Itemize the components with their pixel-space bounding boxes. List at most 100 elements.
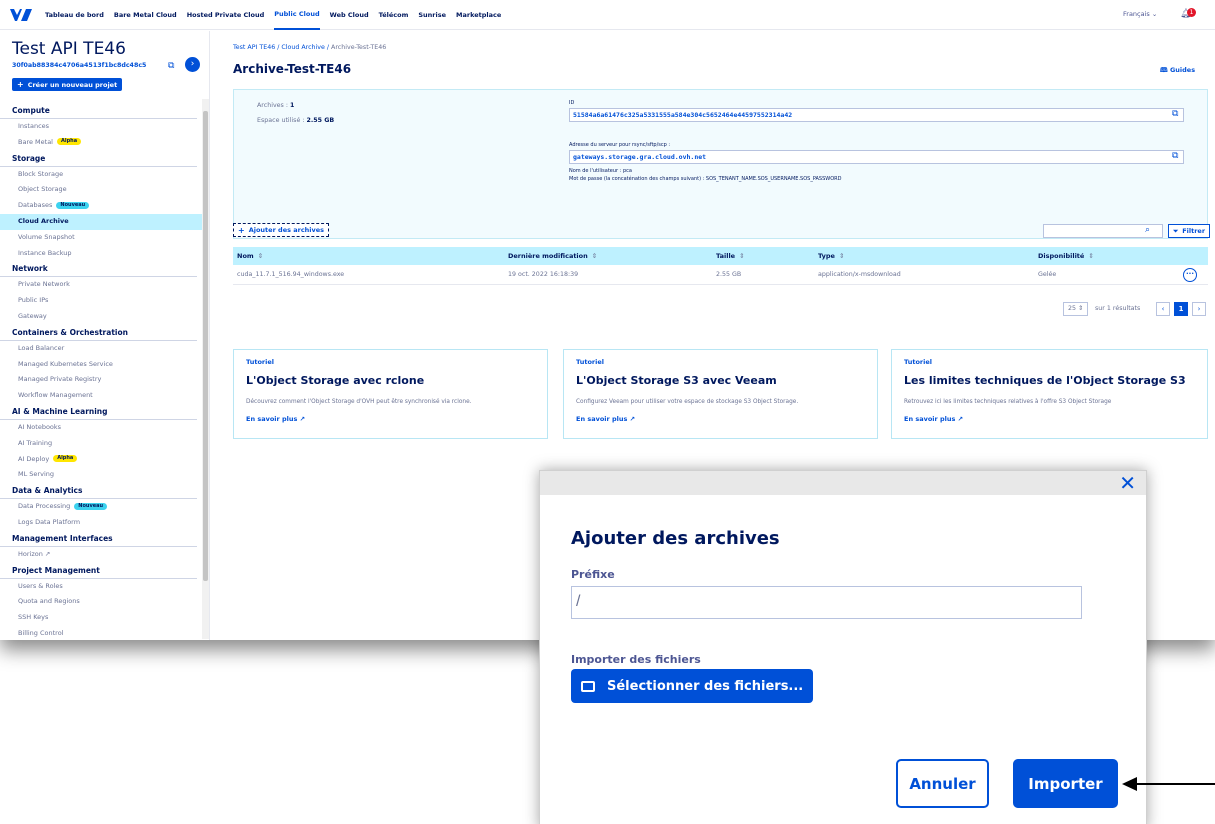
column-availability[interactable]: Disponibilité ⇕ (1038, 247, 1094, 265)
sidebar-item-label: Users & Roles (18, 581, 63, 590)
sidebar-item[interactable]: Instances (0, 119, 202, 135)
sidebar-item[interactable]: Logs Data Platform (0, 515, 202, 531)
learn-more-link[interactable]: En savoir plus ↗ (904, 415, 963, 423)
page-title: Archive-Test-TE46 (233, 62, 352, 76)
learn-more-link[interactable]: En savoir plus ↗ (576, 415, 635, 423)
sidebar-item[interactable]: Object Storage (0, 182, 202, 198)
sidebar-item[interactable]: Horizon ↗ (0, 547, 202, 563)
nav-link-2[interactable]: Hosted Private Cloud (187, 0, 265, 30)
guides-link[interactable]: 🕮︎ Guides (1160, 66, 1195, 77)
nav-link-7[interactable]: Marketplace (456, 0, 501, 30)
top-navigation: Tableau de bord Bare Metal Cloud Hosted Pr… (0, 0, 1215, 30)
close-icon[interactable]: ✕ (1119, 472, 1136, 494)
cell-availability: Gelée (1038, 271, 1057, 278)
nav-link-5[interactable]: Télécom (379, 0, 409, 30)
nav-link-0[interactable]: Tableau de bord (45, 0, 104, 30)
column-size[interactable]: Taille ⇕ (716, 247, 745, 265)
sidebar: Test API TE46 30f0ab88384c4706a4513f1bc8… (0, 31, 210, 640)
import-button[interactable]: Importer (1013, 759, 1118, 808)
column-name[interactable]: Nom ⇕ (237, 247, 263, 265)
sidebar-item[interactable]: Public IPs (0, 293, 202, 309)
cancel-button[interactable]: Annuler (896, 759, 989, 808)
plus-icon: + (238, 225, 245, 235)
sidebar-item-label: Managed Private Registry (18, 375, 102, 384)
ovh-logo-icon[interactable] (10, 8, 32, 22)
space-used: Espace utilisé : 2.55 GB (257, 117, 335, 124)
status-badge: Nouveau (56, 201, 90, 209)
sidebar-item[interactable]: Load Balancer (0, 341, 202, 357)
sidebar-item[interactable]: Private Network (0, 277, 202, 293)
sidebar-item[interactable]: AI Notebooks (0, 420, 202, 436)
sort-icon: ⇕ (739, 252, 745, 260)
sidebar-item[interactable]: Bare Metal Alpha (0, 135, 202, 151)
add-archives-modal: ✕ Ajouter des archives Préfixe / Importe… (539, 470, 1147, 824)
tutorial-card-veeam: Tutoriel L'Object Storage S3 avec Veeam … (563, 349, 878, 439)
sidebar-item[interactable]: AI Deploy Alpha (0, 452, 202, 468)
page-size-select[interactable]: 25 ⇕ (1063, 302, 1089, 316)
sidebar-item-label: Workflow Management (18, 391, 93, 400)
sidebar-item[interactable]: Block Storage (0, 167, 202, 183)
scrollbar-thumb[interactable] (203, 111, 208, 581)
sidebar-section-title: Compute (0, 103, 197, 119)
nav-link-1[interactable]: Bare Metal Cloud (114, 0, 177, 30)
add-archives-button[interactable]: + Ajouter des archives (233, 223, 330, 237)
server-address-field[interactable]: gateways.storage.gra.cloud.ovh.net (569, 150, 1184, 164)
sidebar-item[interactable]: Users & Roles (0, 579, 202, 595)
new-project-button[interactable]: + Créer un nouveau projet (12, 78, 123, 91)
tutorial-card-s3-limits: Tutoriel Les limites techniques de l'Obj… (891, 349, 1208, 439)
page-button-current[interactable]: 1 (1174, 302, 1188, 316)
nav-link-6[interactable]: Sunrise (418, 0, 446, 30)
sidebar-item[interactable]: Workflow Management (0, 388, 202, 404)
password-text: Mot de passe (la concaténation des champ… (569, 176, 842, 182)
sidebar-item-label: Gateway (18, 311, 47, 320)
sidebar-item-label: AI Training (18, 438, 53, 447)
project-id: 30f0ab88384c4706a4513f1bc8dc48c5 (12, 62, 147, 69)
breadcrumb-project[interactable]: Test API TE46 (233, 44, 275, 51)
select-files-button[interactable]: Sélectionner des fichiers... (571, 669, 814, 703)
prefix-label: Préfixe (571, 568, 615, 581)
results-count: sur 1 résultats (1095, 305, 1141, 312)
sidebar-item[interactable]: Gateway (0, 309, 202, 325)
sidebar-item-label: Instances (18, 122, 50, 130)
chevron-right-icon[interactable]: › (1192, 302, 1206, 316)
more-options-icon[interactable]: ··· (1183, 268, 1197, 282)
sidebar-item[interactable]: ML Serving (0, 467, 202, 483)
copy-icon[interactable]: ⧉ (1172, 151, 1178, 161)
sidebar-item[interactable]: Volume Snapshot (0, 230, 202, 246)
sidebar-item-label: AI Deploy (18, 454, 50, 463)
sidebar-item[interactable]: AI Training (0, 436, 202, 452)
language-selector[interactable]: Français ⌄ (1123, 10, 1157, 18)
prefix-input[interactable]: / (571, 586, 1082, 619)
sidebar-item[interactable]: Quota and Regions (0, 594, 202, 610)
column-last-modified[interactable]: Dernière modification ⇕ (508, 247, 597, 265)
chevron-left-icon[interactable]: ‹ (1156, 302, 1170, 316)
learn-more-link[interactable]: En savoir plus ↗ (246, 415, 305, 423)
search-icon[interactable]: ⌕ (1145, 225, 1150, 235)
table-row[interactable]: cuda_11.7.1_516.94_windows.exe 19 oct. 2… (233, 265, 1208, 285)
external-link-icon: ↗ (299, 415, 306, 423)
sidebar-item[interactable]: Cloud Archive (0, 213, 202, 230)
archives-count: Archives : 1 (257, 102, 295, 109)
copy-icon[interactable]: ⧉ (1172, 109, 1178, 119)
sidebar-section-title: Project Management (0, 563, 197, 579)
sidebar-item[interactable]: Managed Private Registry (0, 372, 202, 388)
sidebar-item[interactable]: Data Processing Nouveau (0, 499, 202, 515)
nav-link-3[interactable]: Public Cloud (274, 0, 320, 30)
sidebar-scrollbar[interactable] (202, 99, 209, 639)
filter-button[interactable]: ⏷ Filtrer (1168, 224, 1211, 238)
nav-link-4[interactable]: Web Cloud (330, 0, 369, 30)
sidebar-item[interactable]: Billing Control (0, 626, 202, 640)
sidebar-section-title: AI & Machine Learning (0, 404, 197, 420)
id-field[interactable]: 51584a6a61476c325a5331555a584e304c565246… (569, 108, 1184, 122)
sidebar-item[interactable]: SSH Keys (0, 610, 202, 626)
sidebar-section-title: Containers & Orchestration (0, 325, 197, 341)
sidebar-item-label: ML Serving (18, 470, 54, 479)
chevron-right-icon[interactable]: › (185, 57, 200, 72)
column-type[interactable]: Type ⇕ (818, 247, 844, 265)
breadcrumb-cloud-archive[interactable]: Cloud Archive (281, 44, 325, 51)
sidebar-item-label: Managed Kubernetes Service (18, 359, 113, 368)
copy-icon[interactable]: ⧉ (168, 61, 174, 71)
sidebar-item[interactable]: Managed Kubernetes Service (0, 357, 202, 373)
sidebar-item[interactable]: Instance Backup (0, 246, 202, 262)
sidebar-item[interactable]: Databases Nouveau (0, 198, 202, 214)
